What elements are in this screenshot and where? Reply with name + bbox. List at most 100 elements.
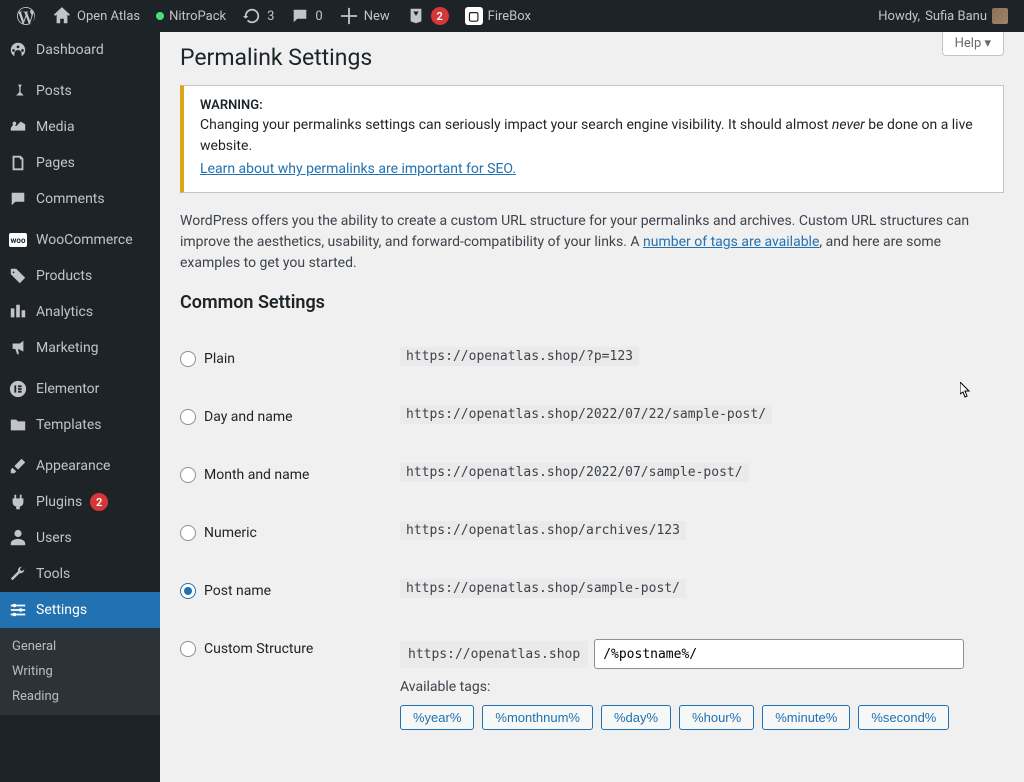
wrench-icon: [9, 565, 27, 583]
cursor-icon: [960, 382, 972, 398]
nitropack-label: NitroPack: [169, 9, 226, 24]
menu-marketing[interactable]: Marketing: [0, 330, 160, 366]
pin-icon: [9, 82, 27, 100]
new-item[interactable]: New: [331, 0, 398, 32]
products-icon: [9, 267, 27, 285]
media-icon: [9, 118, 27, 136]
admin-bar-left: Open Atlas NitroPack 3 0 New 2 ▢ FireBox: [8, 0, 870, 32]
menu-analytics[interactable]: Analytics: [0, 294, 160, 330]
plus-icon: [340, 7, 358, 25]
page-title: Permalink Settings: [180, 44, 1004, 71]
comments-count: 0: [315, 9, 322, 24]
tag-monthnum[interactable]: %monthnum%: [482, 705, 593, 730]
pages-icon: [9, 154, 27, 172]
submenu-general[interactable]: General: [0, 634, 160, 659]
menu-dashboard-label: Dashboard: [36, 42, 104, 58]
option-dayname: Day and name https://openatlas.shop/2022…: [180, 387, 1004, 445]
option-numeric: Numeric https://openatlas.shop/archives/…: [180, 503, 1004, 561]
menu-users[interactable]: Users: [0, 520, 160, 556]
menu-comments-label: Comments: [36, 191, 105, 207]
settings-submenu: General Writing Reading: [0, 628, 160, 715]
radio-numeric[interactable]: [180, 525, 196, 541]
menu-dashboard[interactable]: Dashboard: [0, 32, 160, 68]
menu-tools[interactable]: Tools: [0, 556, 160, 592]
radio-custom-label: Custom Structure: [204, 641, 313, 657]
tag-buttons: %year% %monthnum% %day% %hour% %minute% …: [400, 705, 1004, 730]
menu-appearance[interactable]: Appearance: [0, 448, 160, 484]
new-label: New: [364, 9, 390, 24]
menu-products[interactable]: Products: [0, 258, 160, 294]
menu-products-label: Products: [36, 268, 92, 284]
warning-text: Changing your permalinks settings can se…: [200, 115, 987, 157]
firebox-icon: ▢: [465, 7, 483, 25]
menu-pages-label: Pages: [36, 155, 75, 171]
radio-custom[interactable]: [180, 641, 196, 657]
available-tags-label: Available tags:: [400, 679, 1004, 695]
comments-item[interactable]: 0: [282, 0, 330, 32]
yoast-item[interactable]: 2: [398, 0, 457, 32]
refresh-icon: [243, 7, 261, 25]
admin-bar-right: Howdy, Sufia Banu: [870, 0, 1016, 32]
wordpress-icon: [17, 7, 35, 25]
radio-postname[interactable]: [180, 583, 196, 599]
tag-second[interactable]: %second%: [858, 705, 949, 730]
submenu-writing[interactable]: Writing: [0, 659, 160, 684]
updates-item[interactable]: 3: [234, 0, 282, 32]
sliders-icon: [9, 601, 27, 619]
radio-plain-label: Plain: [204, 351, 235, 367]
option-monthname: Month and name https://openatlas.shop/20…: [180, 445, 1004, 503]
admin-bar: Open Atlas NitroPack 3 0 New 2 ▢ FireBox: [0, 0, 1024, 32]
content-area: Help ▾ Permalink Settings WARNING: Chang…: [160, 32, 1024, 782]
megaphone-icon: [9, 339, 27, 357]
comments-icon: [9, 190, 27, 208]
help-tab[interactable]: Help ▾: [942, 32, 1004, 56]
menu-elementor[interactable]: Elementor: [0, 371, 160, 407]
menu-marketing-label: Marketing: [36, 340, 99, 356]
submenu-reading[interactable]: Reading: [0, 684, 160, 709]
menu-woocommerce[interactable]: woo WooCommerce: [0, 222, 160, 258]
tags-link[interactable]: number of tags are available: [643, 234, 819, 250]
admin-sidebar: Dashboard Posts Media Pages Comments woo…: [0, 32, 160, 782]
folder-icon: [9, 416, 27, 434]
code-postname: https://openatlas.shop/sample-post/: [400, 579, 686, 598]
wp-logo[interactable]: [8, 0, 44, 32]
menu-plugins[interactable]: Plugins 2: [0, 484, 160, 520]
nitropack-item[interactable]: NitroPack: [148, 0, 234, 32]
help-label: Help: [955, 36, 982, 51]
warning-notice: WARNING: Changing your permalinks settin…: [180, 85, 1004, 193]
tag-hour[interactable]: %hour%: [679, 705, 754, 730]
tag-year[interactable]: %year%: [400, 705, 474, 730]
code-dayname: https://openatlas.shop/2022/07/22/sample…: [400, 405, 772, 424]
elementor-icon: [9, 380, 27, 398]
firebox-item[interactable]: ▢ FireBox: [457, 0, 539, 32]
menu-templates[interactable]: Templates: [0, 407, 160, 443]
menu-pages[interactable]: Pages: [0, 145, 160, 181]
account-item[interactable]: Howdy, Sufia Banu: [870, 0, 1016, 32]
tag-day[interactable]: %day%: [601, 705, 671, 730]
menu-posts[interactable]: Posts: [0, 73, 160, 109]
radio-monthname-label: Month and name: [204, 467, 309, 483]
permalink-options: Plain https://openatlas.shop/?p=123 Day …: [180, 329, 1004, 750]
menu-settings[interactable]: Settings: [0, 592, 160, 628]
plugins-badge: 2: [90, 493, 108, 511]
radio-dayname-label: Day and name: [204, 409, 293, 425]
code-numeric: https://openatlas.shop/archives/123: [400, 521, 686, 540]
option-postname: Post name https://openatlas.shop/sample-…: [180, 561, 1004, 619]
radio-dayname[interactable]: [180, 409, 196, 425]
site-name[interactable]: Open Atlas: [44, 0, 148, 32]
intro-text: WordPress offers you the ability to crea…: [180, 211, 1004, 274]
menu-comments[interactable]: Comments: [0, 181, 160, 217]
avatar: [992, 8, 1008, 24]
radio-plain[interactable]: [180, 351, 196, 367]
analytics-icon: [9, 303, 27, 321]
common-settings-heading: Common Settings: [180, 292, 1004, 313]
menu-media[interactable]: Media: [0, 109, 160, 145]
custom-prefix: https://openatlas.shop: [400, 641, 588, 668]
radio-monthname[interactable]: [180, 467, 196, 483]
menu-tools-label: Tools: [36, 566, 70, 582]
brush-icon: [9, 457, 27, 475]
custom-structure-input[interactable]: [594, 639, 964, 669]
tag-minute[interactable]: %minute%: [762, 705, 850, 730]
warning-link[interactable]: Learn about why permalinks are important…: [200, 161, 516, 177]
user-icon: [9, 529, 27, 547]
